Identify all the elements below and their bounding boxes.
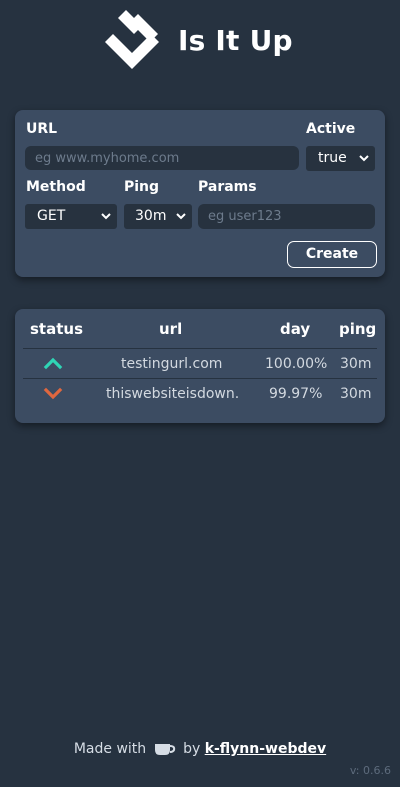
- table-row[interactable]: thiswebsiteisdown. 99.97% 30m: [15, 379, 385, 409]
- chevron-down-icon: [359, 146, 369, 181]
- url-label: URL: [26, 121, 58, 137]
- active-select[interactable]: true: [306, 146, 375, 171]
- coffee-cup-icon: [154, 744, 175, 755]
- chevron-up-icon: [43, 357, 63, 370]
- table-row[interactable]: testingurl.com 100.00% 30m: [15, 349, 385, 379]
- author-link[interactable]: k-flynn-webdev: [205, 741, 326, 757]
- chevron-down-icon: [43, 387, 63, 400]
- row-day: 99.97%: [269, 386, 323, 402]
- create-monitor-form: URL Active true Method Ping Params GET 3…: [15, 110, 385, 277]
- url-header: url: [159, 320, 183, 338]
- version-text: v: 0.6.6: [349, 764, 391, 777]
- by-text: by: [183, 741, 201, 757]
- app-title: Is It Up: [178, 24, 293, 57]
- status-header: status: [30, 320, 83, 338]
- chevron-down-icon: [176, 204, 186, 239]
- ping-label: Ping: [124, 179, 160, 195]
- row-ping: 30m: [340, 386, 372, 402]
- monitor-table: status url day ping testingurl.com 100.0…: [15, 309, 385, 423]
- ping-header: ping: [339, 320, 377, 338]
- ping-select[interactable]: 30m: [124, 204, 192, 229]
- row-url: testingurl.com: [121, 356, 223, 372]
- footer: Made with by k-flynn-webdev: [0, 741, 400, 757]
- method-select[interactable]: GET: [25, 204, 117, 229]
- method-label: Method: [26, 179, 86, 195]
- ping-select-value: 30m: [135, 208, 167, 224]
- method-select-value: GET: [37, 208, 66, 224]
- active-select-value: true: [318, 150, 347, 166]
- logo-icon: [105, 10, 159, 69]
- url-input[interactable]: [25, 146, 299, 170]
- row-ping: 30m: [340, 356, 372, 372]
- active-label: Active: [306, 121, 356, 137]
- day-header: day: [280, 320, 311, 338]
- create-button[interactable]: Create: [287, 241, 377, 268]
- params-input[interactable]: [198, 204, 375, 229]
- params-label: Params: [198, 179, 257, 195]
- header: Is It Up: [0, 0, 400, 90]
- made-with-text: Made with: [73, 741, 147, 757]
- chevron-down-icon: [101, 204, 111, 239]
- row-url: thiswebsiteisdown.: [106, 386, 240, 402]
- row-day: 100.00%: [265, 356, 328, 372]
